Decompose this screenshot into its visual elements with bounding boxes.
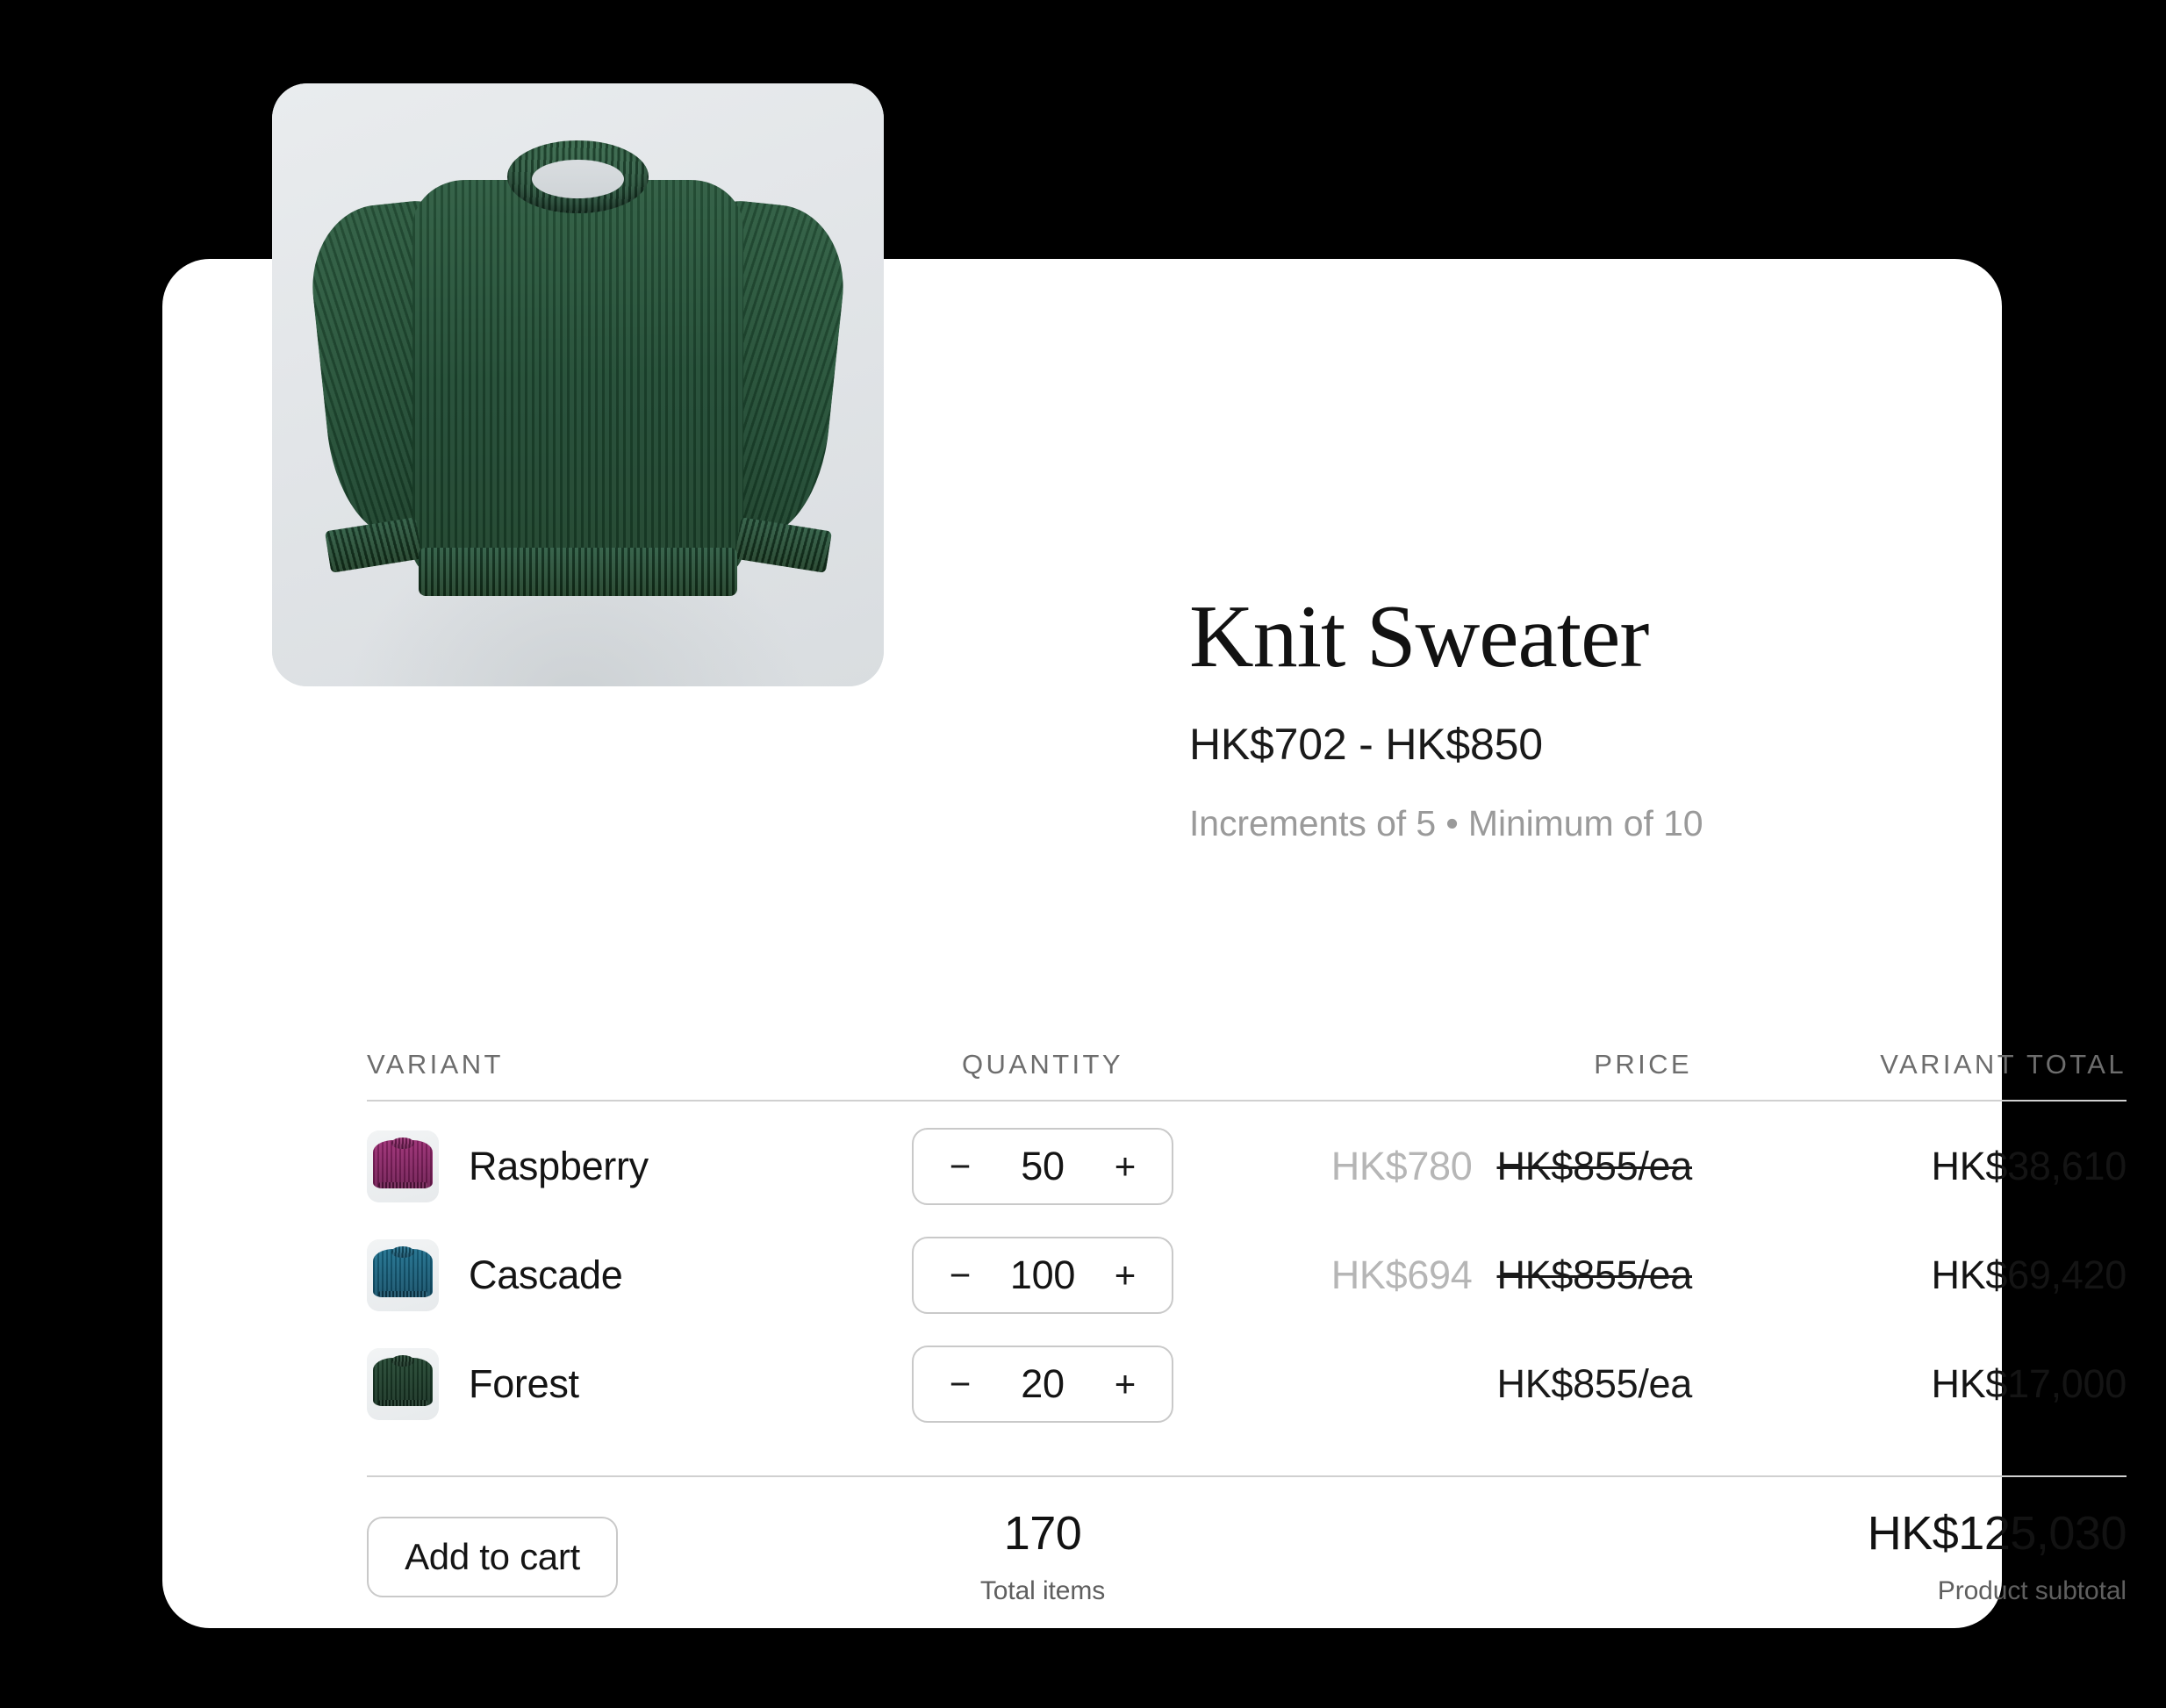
column-header-variant: VARIANT — [367, 1049, 504, 1080]
sweater-hem — [419, 548, 737, 596]
screen: Knit Sweater HK$702 - HK$850 Increments … — [0, 0, 2166, 1708]
total-items-label: Total items — [979, 1575, 1106, 1605]
table-row: Cascade − 100 + HK$694 HK$855/ea HK$69,4… — [367, 1221, 2127, 1330]
table-footer-row: Add to cart 170 Total items HK$125,030 P… — [367, 1477, 2127, 1606]
table-header-row: VARIANT QUANTITY PRICE VARIANT TOTAL — [367, 1049, 2127, 1100]
product-subtotal-label: Product subtotal — [1937, 1575, 2127, 1605]
decrement-button[interactable]: − — [940, 1257, 980, 1294]
table-body: Raspberry − 50 + HK$780 HK$855/ea HK$38,… — [367, 1102, 2127, 1439]
variant-thumbnail[interactable] — [367, 1130, 439, 1202]
variant-base-price: HK$855/ea — [1496, 1144, 1693, 1188]
variant-total-value: HK$17,000 — [1931, 1361, 2127, 1406]
variant-thumbnail[interactable] — [367, 1348, 439, 1420]
table-row: Raspberry − 50 + HK$780 HK$855/ea HK$38,… — [367, 1112, 2127, 1221]
variant-thumbnail[interactable] — [367, 1239, 439, 1311]
add-to-cart-label: Add to cart — [405, 1536, 580, 1578]
variant-name: Raspberry — [469, 1144, 649, 1188]
thumbnail-hem-shape — [378, 1182, 427, 1189]
variant-total-value: HK$38,610 — [1931, 1144, 2127, 1188]
column-header-quantity: QUANTITY — [962, 1049, 1123, 1080]
add-to-cart-button[interactable]: Add to cart — [367, 1517, 618, 1598]
product-hero-image[interactable] — [272, 83, 884, 686]
product-header: Knit Sweater HK$702 - HK$850 Increments … — [1189, 592, 2137, 844]
variant-discount-price: HK$780 — [1330, 1144, 1473, 1188]
variant-name: Forest — [469, 1361, 579, 1406]
quantity-input[interactable]: 100 — [1003, 1252, 1082, 1298]
product-price-range: HK$702 - HK$850 — [1189, 720, 1543, 769]
page-title: Knit Sweater — [1189, 587, 1649, 686]
sweater-body — [412, 179, 743, 578]
variant-base-price: HK$855/ea — [1496, 1361, 1693, 1406]
variant-base-price: HK$855/ea — [1496, 1252, 1693, 1297]
decrement-button[interactable]: − — [940, 1148, 980, 1185]
decrement-button[interactable]: − — [940, 1366, 980, 1403]
quantity-input[interactable]: 50 — [1003, 1144, 1082, 1189]
increment-button[interactable]: + — [1105, 1366, 1145, 1403]
quantity-stepper[interactable]: − 50 + — [912, 1128, 1173, 1205]
sweater-collar-opening — [532, 159, 624, 198]
column-header-price: PRICE — [1594, 1049, 1692, 1080]
variant-discount-price: HK$694 — [1330, 1252, 1473, 1297]
thumbnail-hem-shape — [378, 1291, 427, 1298]
increment-button[interactable]: + — [1105, 1257, 1145, 1294]
quantity-stepper[interactable]: − 20 + — [912, 1346, 1173, 1423]
variant-name: Cascade — [469, 1252, 623, 1297]
increment-button[interactable]: + — [1105, 1148, 1145, 1185]
total-items-value: 170 — [1003, 1507, 1082, 1560]
product-subtotal-value: HK$125,030 — [1867, 1507, 2127, 1560]
quantity-input[interactable]: 20 — [1003, 1361, 1082, 1407]
quantity-stepper[interactable]: − 100 + — [912, 1237, 1173, 1314]
column-header-variant-total: VARIANT TOTAL — [1880, 1049, 2127, 1080]
thumbnail-hem-shape — [378, 1400, 427, 1407]
table-row: Forest − 20 + HK$855/ea HK$17,000 — [367, 1330, 2127, 1439]
variant-table: VARIANT QUANTITY PRICE VARIANT TOTAL Ras… — [367, 1049, 2127, 1606]
variant-total-value: HK$69,420 — [1931, 1252, 2127, 1297]
product-order-rules: Increments of 5 • Minimum of 10 — [1189, 803, 1703, 843]
